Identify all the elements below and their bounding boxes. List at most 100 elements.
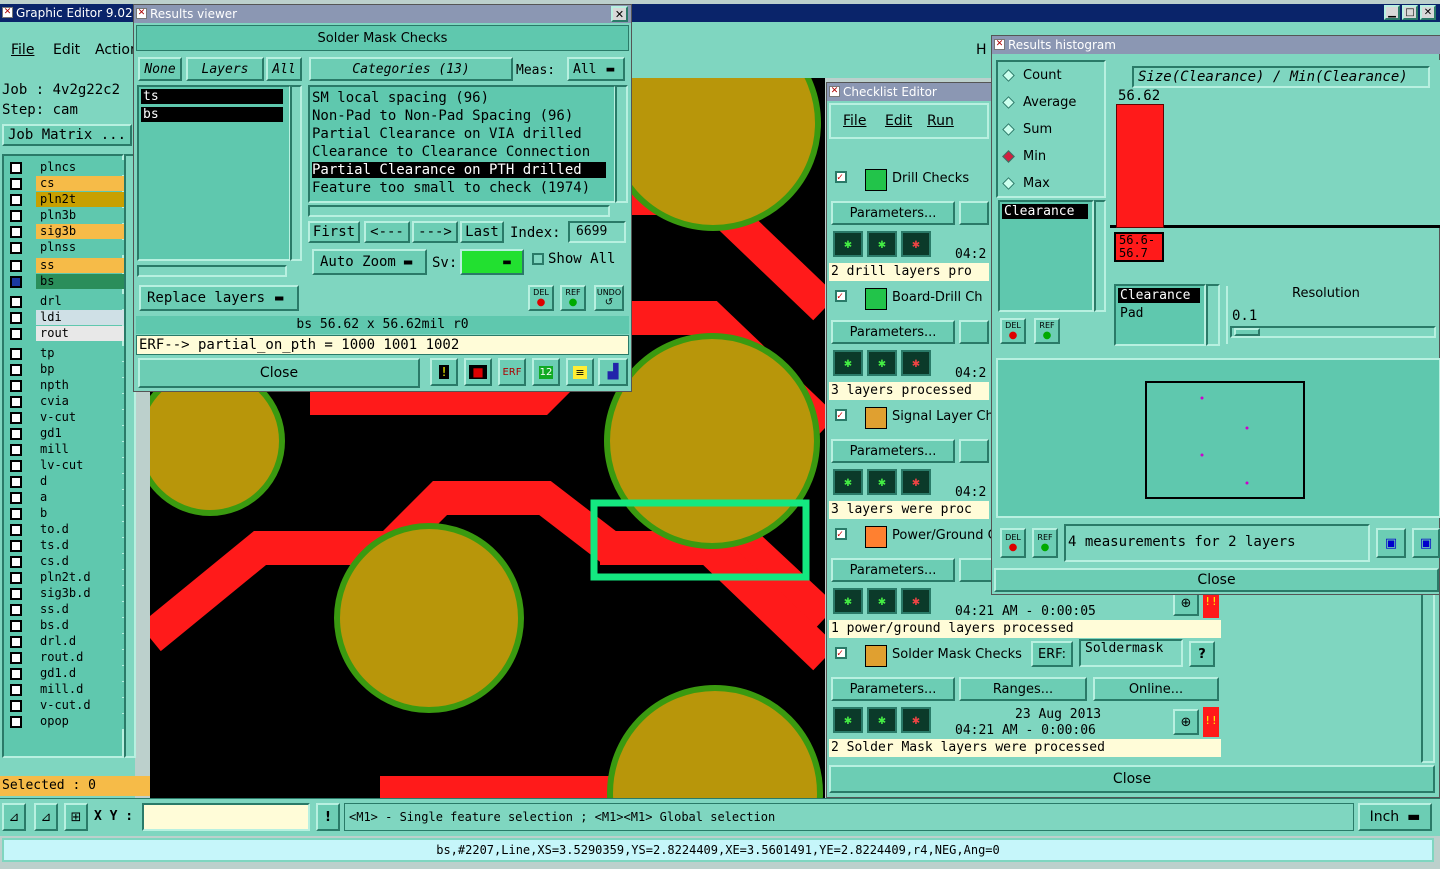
zoom-icon[interactable]: ⊕: [1173, 709, 1199, 735]
results-viewer-titlebar[interactable]: ✕ Results viewer: [134, 5, 631, 23]
category-item[interactable]: Clearance to Clearance Connection: [312, 144, 590, 160]
layer-checkbox[interactable]: [10, 699, 22, 712]
run-icon[interactable]: ✱: [833, 469, 863, 495]
check-enable-checkbox[interactable]: ✓: [835, 171, 847, 183]
stop-icon[interactable]: ✱: [901, 469, 931, 495]
menu-help[interactable]: H: [976, 42, 987, 58]
histogram-chart[interactable]: Size(Clearance) / Min(Clearance) 56.62: [1110, 60, 1440, 228]
layer-row-mill[interactable]: mill: [8, 442, 124, 457]
rv-layer-item[interactable]: ts: [141, 89, 283, 104]
category-item[interactable]: SM local spacing (96): [312, 90, 489, 106]
hist-list-scrollbar[interactable]: [1094, 200, 1106, 312]
layer-checkbox[interactable]: [10, 311, 22, 324]
run-all-icon[interactable]: ✱: [867, 469, 897, 495]
layer-row-a[interactable]: a: [8, 490, 124, 505]
report-icon[interactable]: !: [430, 358, 458, 386]
category-item[interactable]: Partial Clearance on VIA drilled: [312, 126, 582, 142]
layer-row-plncs[interactable]: plncs: [8, 160, 124, 175]
erf-icon[interactable]: ERF: [498, 358, 526, 386]
rv-categories-scrollbar[interactable]: [615, 85, 628, 203]
layer-checkbox[interactable]: [10, 275, 22, 288]
layer-row-ss[interactable]: ss: [8, 258, 124, 273]
layer-row-bp[interactable]: bp: [8, 362, 124, 377]
layer-checkbox[interactable]: [10, 443, 22, 456]
stop-icon[interactable]: ✱: [901, 588, 931, 614]
layer-row-sig3b.d[interactable]: sig3b.d: [8, 586, 124, 601]
hist-measure-item[interactable]: Clearance: [1002, 204, 1088, 219]
layer-checkbox[interactable]: [10, 379, 22, 392]
erf-label[interactable]: ERF:: [1031, 641, 1073, 667]
layer-checkbox[interactable]: [10, 225, 22, 238]
hist2-del-button[interactable]: DEL ●: [1000, 528, 1026, 558]
replace-layers-dropdown[interactable]: Replace layers ▬: [139, 285, 299, 311]
histogram-close-button[interactable]: Close: [994, 568, 1439, 592]
radio-min[interactable]: Min: [1002, 149, 1046, 164]
parameters-button[interactable]: Parameters...: [831, 558, 955, 582]
stop-icon[interactable]: ✱: [901, 350, 931, 376]
rv-close-button[interactable]: Close: [138, 358, 420, 388]
alert-icon[interactable]: !: [316, 803, 340, 831]
layer-row-npth[interactable]: npth: [8, 378, 124, 393]
layer-checkbox[interactable]: [10, 241, 22, 254]
layer-row-ss.d[interactable]: ss.d: [8, 602, 124, 617]
parameters-button[interactable]: Parameters...: [831, 320, 955, 344]
next-button[interactable]: --->: [412, 221, 458, 243]
layer-list[interactable]: plncs cs pln2t pln3b sig3b plnss ss bs drl ldi rou…: [2, 154, 124, 758]
layer-row-rout[interactable]: rout: [8, 326, 124, 341]
layer-checkbox[interactable]: [10, 619, 22, 632]
layer-row-drl.d[interactable]: drl.d: [8, 634, 124, 649]
run-all-icon[interactable]: ✱: [867, 350, 897, 376]
check-enable-checkbox[interactable]: ✓: [835, 528, 847, 540]
notes-icon[interactable]: ≡: [566, 358, 594, 386]
layer-row-gd1[interactable]: gd1: [8, 426, 124, 441]
run-all-icon[interactable]: ✱: [867, 707, 897, 733]
rv-close-icon[interactable]: ✕: [611, 6, 628, 22]
parameters-button[interactable]: Parameters...: [831, 201, 955, 225]
layer-row-to.d[interactable]: to.d: [8, 522, 124, 537]
ranges-button[interactable]: [959, 201, 989, 225]
layer-checkbox[interactable]: [10, 507, 22, 520]
online-button[interactable]: Online...: [1093, 677, 1219, 701]
rv-categories-list[interactable]: SM local spacing (96) Non-Pad to Non-Pad…: [308, 85, 616, 203]
chart-icon[interactable]: ■: [464, 358, 492, 386]
layer-checkbox[interactable]: [10, 161, 22, 174]
hist-class-item[interactable]: Pad: [1120, 306, 1143, 321]
snap-icon[interactable]: ⊿: [2, 803, 26, 831]
layer-row-tp[interactable]: tp: [8, 346, 124, 361]
parameters-button[interactable]: Parameters...: [831, 677, 955, 701]
rv-layer-scrollbar[interactable]: [290, 85, 302, 261]
close-icon[interactable]: ✕: [1420, 5, 1436, 20]
layer-checkbox[interactable]: [10, 667, 22, 680]
layer-checkbox[interactable]: [10, 571, 22, 584]
ranges-button[interactable]: [959, 320, 989, 344]
layer-row-bs[interactable]: bs: [8, 274, 124, 289]
layer-checkbox[interactable]: [10, 603, 22, 616]
measure-icon[interactable]: ⊿: [34, 803, 58, 831]
layer-row-pln3b[interactable]: pln3b: [8, 208, 124, 223]
cl-menu-edit[interactable]: Edit: [885, 113, 912, 129]
zoom-dropdown[interactable]: Auto Zoom ▬: [312, 249, 427, 275]
prev-button[interactable]: <---: [364, 221, 410, 243]
layer-checkbox[interactable]: [10, 587, 22, 600]
rv-categories-hscroll[interactable]: [308, 205, 610, 217]
hist-measure-list[interactable]: Clearance: [998, 200, 1094, 312]
layer-checkbox[interactable]: [10, 363, 22, 376]
layer-row-v-cut[interactable]: v-cut: [8, 410, 124, 425]
layer-row-pln2t.d[interactable]: pln2t.d: [8, 570, 124, 585]
rv-layer-hscroll[interactable]: [137, 265, 287, 277]
help-icon[interactable]: ?: [1189, 641, 1215, 667]
check-enable-checkbox[interactable]: ✓: [835, 647, 847, 659]
layer-checkbox[interactable]: [10, 555, 22, 568]
ranges-button[interactable]: [959, 439, 989, 463]
board-preview[interactable]: [996, 358, 1440, 518]
hist-formula-field[interactable]: Size(Clearance) / Min(Clearance): [1132, 66, 1430, 88]
hist-class-scrollbar[interactable]: [1206, 284, 1220, 346]
stop-icon[interactable]: ✱: [901, 231, 931, 257]
run-icon[interactable]: ✱: [833, 588, 863, 614]
export2-icon[interactable]: ▣: [1412, 528, 1440, 558]
layer-row-v-cut.d[interactable]: v-cut.d: [8, 698, 124, 713]
hist-del-button[interactable]: DEL ●: [1000, 318, 1026, 344]
layer-checkbox[interactable]: [10, 475, 22, 488]
cl-menu-run[interactable]: Run: [927, 113, 954, 129]
layers-button[interactable]: Layers: [186, 57, 264, 81]
